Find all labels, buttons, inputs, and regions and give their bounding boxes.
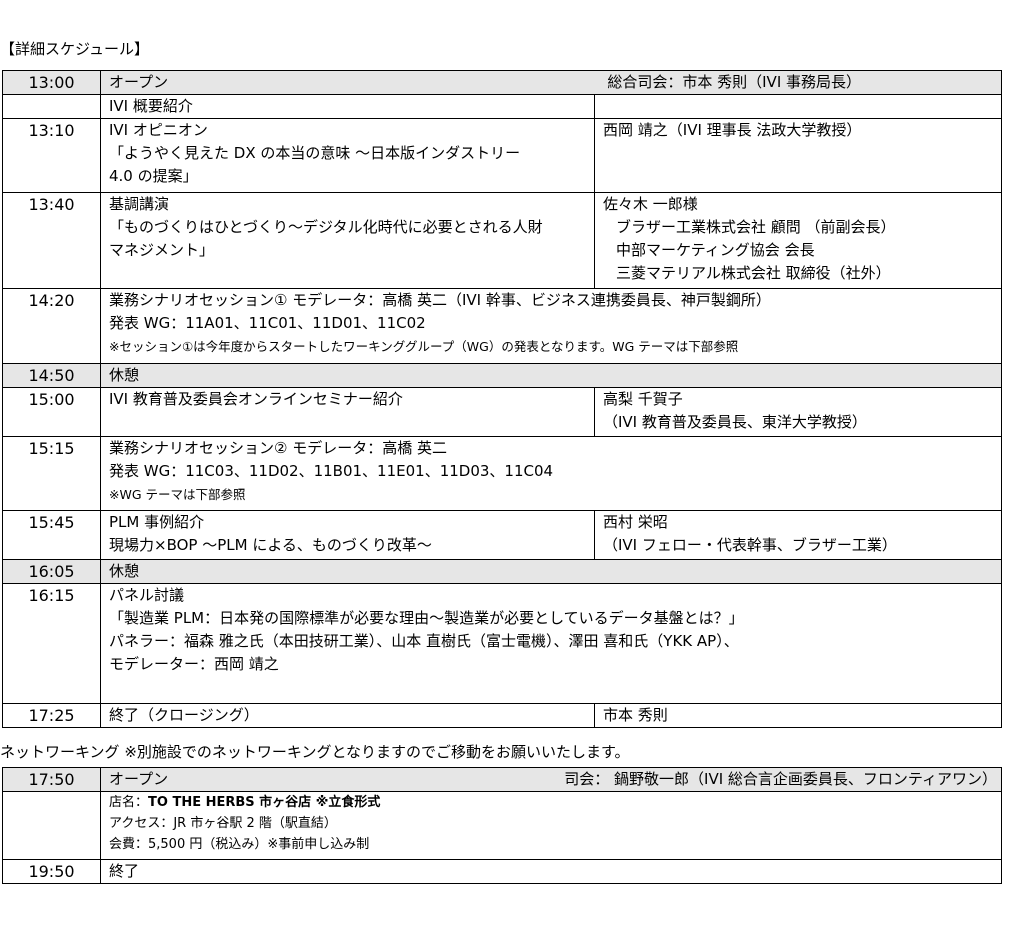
table-row: 17:25 終了（クロージング） 市本 秀則 bbox=[2, 703, 1003, 728]
program-cell: オープン 総合司会：市本 秀則（IVI 事務局長） bbox=[99, 70, 1003, 95]
program-line: 業務シナリオセッション② モデレータ：高橋 英二 bbox=[109, 439, 447, 457]
program-note: ※セッション①は今年度からスタートしたワーキンググループ（WG）の発表となります… bbox=[109, 339, 739, 354]
program-cell: 業務シナリオセッション① モデレータ：高橋 英二（IVI 幹事、ビジネス連携委員… bbox=[99, 288, 1003, 364]
time-cell: 17:50 bbox=[2, 767, 101, 792]
time-cell: 19:50 bbox=[2, 859, 101, 884]
speaker-affiliation: 三菱マテリアル株式会社 取締役（社外） bbox=[616, 264, 891, 282]
program-label: オープン bbox=[109, 73, 169, 91]
time-cell: 16:15 bbox=[2, 583, 101, 704]
program-cell: 終了 bbox=[100, 859, 1002, 884]
speaker-cell: 佐々木 一郎様 ブラザー工業株式会社 顧問 （前副会長） 中部マーケティング協会… bbox=[593, 192, 1003, 289]
speaker-affiliation: （IVI フェロー・代表幹事、ブラザー工業） bbox=[603, 536, 897, 554]
venue-fee: 会費：5,500 円（税込み）※事前申し込み制 bbox=[109, 837, 370, 852]
program-cell: パネル討議 「製造業 PLM：日本発の国際標準が必要な理由〜製造業が必要としてい… bbox=[99, 583, 1003, 704]
speaker-cell: 高梨 千賀子 （IVI 教育普及委員長、東洋大学教授） bbox=[593, 387, 1003, 437]
program-line: 「製造業 PLM：日本発の国際標準が必要な理由〜製造業が必要としているデータ基盤… bbox=[109, 609, 744, 627]
table-row: 15:00 IVI 教育普及委員会オンラインセミナー紹介 高梨 千賀子 （IVI… bbox=[2, 387, 1003, 437]
program-cell: 休憩 bbox=[99, 559, 1003, 584]
program-title: IVI オピニオン bbox=[109, 121, 208, 139]
time-cell: 15:15 bbox=[2, 436, 101, 511]
schedule-table: 13:00 オープン 総合司会：市本 秀則（IVI 事務局長） IVI 概要紹介… bbox=[2, 70, 1003, 728]
program-line: 「ようやく見えた DX の本当の意味 〜日本版インダストリー bbox=[109, 144, 521, 162]
speaker-cell: 西村 栄昭 （IVI フェロー・代表幹事、ブラザー工業） bbox=[593, 510, 1003, 560]
program-cell: オープン 司会： 鍋野敬一郎（IVI 総合言企画委員長、フロンティアワン） bbox=[100, 767, 1002, 792]
table-row: 13:40 基調講演 「ものづくりはひとづくり〜デジタル化時代に必要とされる人財… bbox=[2, 192, 1003, 289]
program-title: パネル討議 bbox=[109, 586, 185, 604]
speaker-name: 西村 栄昭 bbox=[603, 513, 668, 531]
program-line: マネジメント」 bbox=[109, 241, 215, 259]
time-cell: 13:40 bbox=[2, 192, 101, 289]
program-cell: IVI 教育普及委員会オンラインセミナー紹介 bbox=[100, 387, 595, 437]
table-row: 16:15 パネル討議 「製造業 PLM：日本発の国際標準が必要な理由〜製造業が… bbox=[2, 583, 1003, 704]
table-row: 店名：TO THE HERBS 市ヶ谷店 ※立食形式 アクセス：JR 市ヶ谷駅 … bbox=[2, 791, 1002, 860]
table-row: 15:45 PLM 事例紹介 現場力×BOP 〜PLM による、ものづくり改革〜… bbox=[2, 510, 1003, 560]
table-row: 13:10 IVI オピニオン 「ようやく見えた DX の本当の意味 〜日本版イ… bbox=[2, 118, 1003, 193]
program-title: PLM 事例紹介 bbox=[109, 513, 205, 531]
program-line: パネラー：福森 雅之氏（本田技研工業）、山本 直樹氏（富士電機）、澤田 喜和氏（… bbox=[109, 632, 739, 650]
time-cell: 17:25 bbox=[2, 703, 101, 728]
time-cell: 13:00 bbox=[2, 70, 101, 95]
table-row: 15:15 業務シナリオセッション② モデレータ：高橋 英二 発表 WG：11C… bbox=[2, 436, 1003, 511]
networking-table: 17:50 オープン 司会： 鍋野敬一郎（IVI 総合言企画委員長、フロンティア… bbox=[2, 767, 1002, 884]
program-label: オープン bbox=[109, 770, 169, 788]
program-cell: 休憩 bbox=[99, 363, 1003, 388]
table-row: 14:20 業務シナリオセッション① モデレータ：高橋 英二（IVI 幹事、ビジ… bbox=[2, 288, 1003, 364]
program-note: ※WG テーマは下部参照 bbox=[109, 487, 246, 502]
table-row: 16:05 休憩 bbox=[2, 559, 1003, 584]
program-line: 発表 WG：11C03、11D02、11B01、11E01、11D03、11C0… bbox=[109, 462, 554, 480]
table-row: IVI 概要紹介 bbox=[2, 94, 1003, 119]
speaker-affiliation: （IVI 教育普及委員長、東洋大学教授） bbox=[603, 413, 867, 431]
venue-line: 店名：TO THE HERBS 市ヶ谷店 ※立食形式 bbox=[109, 793, 1001, 814]
table-row: 19:50 終了 bbox=[2, 859, 1002, 884]
program-line: 業務シナリオセッション① モデレータ：高橋 英二（IVI 幹事、ビジネス連携委員… bbox=[109, 291, 771, 309]
networking-title: ネットワーキング ※別施設でのネットワーキングとなりますのでご移動をお願いいたし… bbox=[0, 743, 630, 761]
table-row: 13:00 オープン 総合司会：市本 秀則（IVI 事務局長） bbox=[2, 70, 1003, 95]
speaker-affiliation: ブラザー工業株式会社 顧問 （前副会長） bbox=[616, 218, 896, 236]
time-cell: 14:50 bbox=[2, 363, 101, 388]
table-row: 14:50 休憩 bbox=[2, 363, 1003, 388]
program-line: 発表 WG：11A01、11C01、11D01、11C02 bbox=[109, 314, 426, 332]
program-line: 「ものづくりはひとづくり〜デジタル化時代に必要とされる人財 bbox=[109, 218, 543, 236]
speaker-name: 高梨 千賀子 bbox=[603, 390, 683, 408]
program-cell: 終了（クロージング） bbox=[100, 703, 595, 728]
time-cell: 16:05 bbox=[2, 559, 101, 584]
mc-text: 総合司会：市本 秀則（IVI 事務局長） bbox=[607, 73, 862, 91]
speaker-cell: 市本 秀則 bbox=[593, 703, 1003, 728]
venue-cell: 店名：TO THE HERBS 市ヶ谷店 ※立食形式 アクセス：JR 市ヶ谷駅 … bbox=[100, 791, 1002, 860]
speaker-cell bbox=[593, 94, 1003, 119]
mc-text: 司会： 鍋野敬一郎（IVI 総合言企画委員長、フロンティアワン） bbox=[564, 770, 997, 788]
time-cell bbox=[2, 791, 101, 860]
program-cell: PLM 事例紹介 現場力×BOP 〜PLM による、ものづくり改革〜 bbox=[100, 510, 595, 560]
section-title: 【詳細スケジュール】 bbox=[0, 40, 149, 58]
speaker-name: 佐々木 一郎様 bbox=[603, 195, 698, 213]
program-line: 現場力×BOP 〜PLM による、ものづくり改革〜 bbox=[109, 536, 432, 554]
time-cell: 15:45 bbox=[2, 510, 101, 560]
program-line: 4.0 の提案」 bbox=[109, 167, 198, 185]
speaker-cell: 西岡 靖之（IVI 理事長 法政大学教授） bbox=[593, 118, 1003, 193]
time-cell: 13:10 bbox=[2, 118, 101, 193]
table-row: 17:50 オープン 司会： 鍋野敬一郎（IVI 総合言企画委員長、フロンティア… bbox=[2, 767, 1002, 792]
venue-access: アクセス：JR 市ヶ谷駅 2 階（駅直結） bbox=[109, 816, 337, 831]
time-cell bbox=[2, 94, 101, 119]
speaker-affiliation: 中部マーケティング協会 会長 bbox=[616, 241, 815, 259]
time-cell: 14:20 bbox=[2, 288, 101, 364]
program-cell: 業務シナリオセッション② モデレータ：高橋 英二 発表 WG：11C03、11D… bbox=[99, 436, 1003, 511]
venue-name: TO THE HERBS 市ヶ谷店 ※立食形式 bbox=[148, 795, 381, 810]
program-cell: 基調講演 「ものづくりはひとづくり〜デジタル化時代に必要とされる人財 マネジメン… bbox=[100, 192, 595, 289]
program-line: モデレーター：西岡 靖之 bbox=[109, 655, 279, 673]
time-cell: 15:00 bbox=[2, 387, 101, 437]
venue-label: 店名： bbox=[109, 795, 149, 810]
program-cell: IVI オピニオン 「ようやく見えた DX の本当の意味 〜日本版インダストリー… bbox=[100, 118, 595, 193]
program-cell: IVI 概要紹介 bbox=[100, 94, 595, 119]
program-title: 基調講演 bbox=[109, 195, 170, 213]
